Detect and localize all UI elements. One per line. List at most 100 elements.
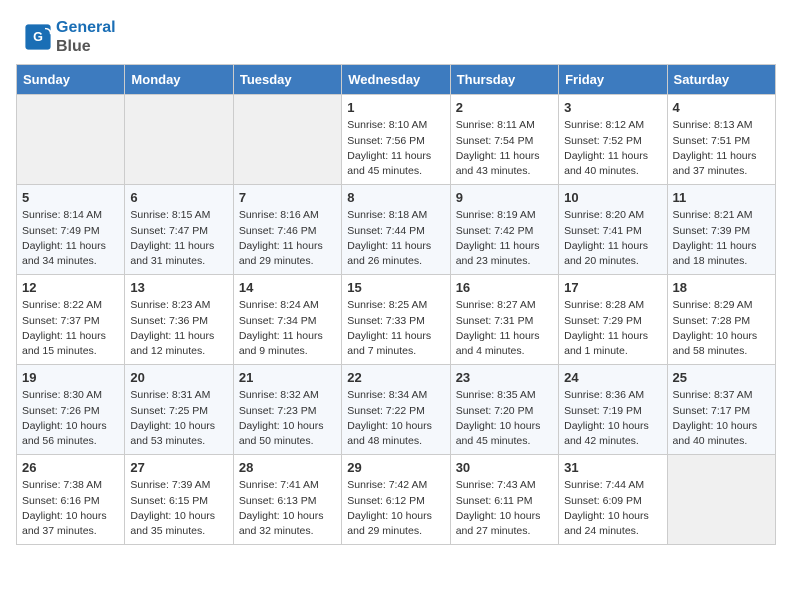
day-info: Sunrise: 8:22 AM Sunset: 7:37 PM Dayligh… (22, 298, 119, 359)
logo: G General Blue (24, 18, 116, 56)
calendar-cell: 22 Sunrise: 8:34 AM Sunset: 7:22 PM Dayli… (342, 365, 450, 455)
day-info: Sunrise: 8:20 AM Sunset: 7:41 PM Dayligh… (564, 208, 661, 269)
day-number: 19 (22, 370, 119, 385)
calendar-cell: 10 Sunrise: 8:20 AM Sunset: 7:41 PM Dayli… (559, 185, 667, 275)
calendar-cell (125, 95, 233, 185)
day-info: Sunrise: 7:43 AM Sunset: 6:11 PM Dayligh… (456, 478, 553, 539)
day-number: 27 (130, 460, 227, 475)
logo-text: General Blue (56, 18, 116, 56)
week-row: 12 Sunrise: 8:22 AM Sunset: 7:37 PM Dayli… (17, 275, 776, 365)
day-info: Sunrise: 7:39 AM Sunset: 6:15 PM Dayligh… (130, 478, 227, 539)
day-info: Sunrise: 7:38 AM Sunset: 6:16 PM Dayligh… (22, 478, 119, 539)
calendar-cell: 18 Sunrise: 8:29 AM Sunset: 7:28 PM Dayli… (667, 275, 775, 365)
calendar-cell: 24 Sunrise: 8:36 AM Sunset: 7:19 PM Dayli… (559, 365, 667, 455)
day-info: Sunrise: 8:36 AM Sunset: 7:19 PM Dayligh… (564, 388, 661, 449)
calendar-table: SundayMondayTuesdayWednesdayThursdayFrid… (16, 64, 776, 545)
day-info: Sunrise: 8:11 AM Sunset: 7:54 PM Dayligh… (456, 118, 553, 179)
day-number: 31 (564, 460, 661, 475)
calendar-cell: 3 Sunrise: 8:12 AM Sunset: 7:52 PM Daylig… (559, 95, 667, 185)
day-info: Sunrise: 8:16 AM Sunset: 7:46 PM Dayligh… (239, 208, 336, 269)
day-info: Sunrise: 8:12 AM Sunset: 7:52 PM Dayligh… (564, 118, 661, 179)
day-info: Sunrise: 8:28 AM Sunset: 7:29 PM Dayligh… (564, 298, 661, 359)
calendar-cell: 28 Sunrise: 7:41 AM Sunset: 6:13 PM Dayli… (233, 455, 341, 545)
calendar-cell: 6Sunrise: 8:15 AM Sunset: 7:47 PM Daylig… (125, 185, 233, 275)
weekday-header: Friday (559, 65, 667, 95)
calendar-cell (667, 455, 775, 545)
day-info: Sunrise: 8:24 AM Sunset: 7:34 PM Dayligh… (239, 298, 336, 359)
day-info: Sunrise: 8:31 AM Sunset: 7:25 PM Dayligh… (130, 388, 227, 449)
day-number: 2 (456, 100, 553, 115)
day-info: Sunrise: 8:19 AM Sunset: 7:42 PM Dayligh… (456, 208, 553, 269)
page-header: G General Blue (0, 0, 792, 64)
day-info: Sunrise: 8:14 AM Sunset: 7:49 PM Dayligh… (22, 208, 119, 269)
day-info: Sunrise: 8:23 AM Sunset: 7:36 PM Dayligh… (130, 298, 227, 359)
calendar-cell: 9Sunrise: 8:19 AM Sunset: 7:42 PM Daylig… (450, 185, 558, 275)
calendar-cell (233, 95, 341, 185)
day-info: Sunrise: 8:30 AM Sunset: 7:26 PM Dayligh… (22, 388, 119, 449)
week-row: 5 Sunrise: 8:14 AM Sunset: 7:49 PM Daylig… (17, 185, 776, 275)
calendar-cell: 23Sunrise: 8:35 AM Sunset: 7:20 PM Dayli… (450, 365, 558, 455)
day-number: 28 (239, 460, 336, 475)
calendar-cell (17, 95, 125, 185)
day-info: Sunrise: 8:10 AM Sunset: 7:56 PM Dayligh… (347, 118, 444, 179)
calendar-cell: 13 Sunrise: 8:23 AM Sunset: 7:36 PM Dayli… (125, 275, 233, 365)
day-number: 21 (239, 370, 336, 385)
day-number: 15 (347, 280, 444, 295)
calendar-cell: 21 Sunrise: 8:32 AM Sunset: 7:23 PM Dayli… (233, 365, 341, 455)
day-number: 24 (564, 370, 661, 385)
calendar-cell: 29 Sunrise: 7:42 AM Sunset: 6:12 PM Dayli… (342, 455, 450, 545)
day-number: 20 (130, 370, 227, 385)
day-number: 18 (673, 280, 770, 295)
day-number: 16 (456, 280, 553, 295)
weekday-header: Tuesday (233, 65, 341, 95)
calendar-cell: 25 Sunrise: 8:37 AM Sunset: 7:17 PM Dayli… (667, 365, 775, 455)
day-info: Sunrise: 8:32 AM Sunset: 7:23 PM Dayligh… (239, 388, 336, 449)
day-info: Sunrise: 7:41 AM Sunset: 6:13 PM Dayligh… (239, 478, 336, 539)
day-number: 13 (130, 280, 227, 295)
logo-icon: G (24, 23, 52, 51)
weekday-header: Wednesday (342, 65, 450, 95)
day-info: Sunrise: 8:37 AM Sunset: 7:17 PM Dayligh… (673, 388, 770, 449)
calendar-cell: 26 Sunrise: 7:38 AM Sunset: 6:16 PM Dayli… (17, 455, 125, 545)
week-row: 1 Sunrise: 8:10 AM Sunset: 7:56 PM Daylig… (17, 95, 776, 185)
day-info: Sunrise: 8:18 AM Sunset: 7:44 PM Dayligh… (347, 208, 444, 269)
week-row: 19 Sunrise: 8:30 AM Sunset: 7:26 PM Dayli… (17, 365, 776, 455)
calendar-cell: 4Sunrise: 8:13 AM Sunset: 7:51 PM Daylig… (667, 95, 775, 185)
weekday-header: Thursday (450, 65, 558, 95)
day-info: Sunrise: 8:15 AM Sunset: 7:47 PM Dayligh… (130, 208, 227, 269)
calendar-cell: 7 Sunrise: 8:16 AM Sunset: 7:46 PM Daylig… (233, 185, 341, 275)
day-info: Sunrise: 7:42 AM Sunset: 6:12 PM Dayligh… (347, 478, 444, 539)
day-info: Sunrise: 8:29 AM Sunset: 7:28 PM Dayligh… (673, 298, 770, 359)
day-info: Sunrise: 7:44 AM Sunset: 6:09 PM Dayligh… (564, 478, 661, 539)
day-number: 14 (239, 280, 336, 295)
calendar-container: SundayMondayTuesdayWednesdayThursdayFrid… (0, 64, 792, 561)
calendar-cell: 5 Sunrise: 8:14 AM Sunset: 7:49 PM Daylig… (17, 185, 125, 275)
calendar-cell: 8Sunrise: 8:18 AM Sunset: 7:44 PM Daylig… (342, 185, 450, 275)
day-info: Sunrise: 8:21 AM Sunset: 7:39 PM Dayligh… (673, 208, 770, 269)
day-info: Sunrise: 8:13 AM Sunset: 7:51 PM Dayligh… (673, 118, 770, 179)
day-number: 12 (22, 280, 119, 295)
svg-text:G: G (33, 30, 43, 44)
day-number: 5 (22, 190, 119, 205)
calendar-cell: 20 Sunrise: 8:31 AM Sunset: 7:25 PM Dayli… (125, 365, 233, 455)
day-number: 10 (564, 190, 661, 205)
calendar-cell: 19 Sunrise: 8:30 AM Sunset: 7:26 PM Dayli… (17, 365, 125, 455)
weekday-header: Monday (125, 65, 233, 95)
day-number: 1 (347, 100, 444, 115)
day-info: Sunrise: 8:35 AM Sunset: 7:20 PM Dayligh… (456, 388, 553, 449)
calendar-cell: 30 Sunrise: 7:43 AM Sunset: 6:11 PM Dayli… (450, 455, 558, 545)
weekday-header: Saturday (667, 65, 775, 95)
day-number: 7 (239, 190, 336, 205)
day-number: 17 (564, 280, 661, 295)
day-info: Sunrise: 8:34 AM Sunset: 7:22 PM Dayligh… (347, 388, 444, 449)
calendar-cell: 16Sunrise: 8:27 AM Sunset: 7:31 PM Dayli… (450, 275, 558, 365)
day-number: 25 (673, 370, 770, 385)
day-number: 3 (564, 100, 661, 115)
day-number: 30 (456, 460, 553, 475)
day-number: 29 (347, 460, 444, 475)
day-number: 22 (347, 370, 444, 385)
calendar-cell: 11Sunrise: 8:21 AM Sunset: 7:39 PM Dayli… (667, 185, 775, 275)
weekday-header: Sunday (17, 65, 125, 95)
calendar-cell: 27 Sunrise: 7:39 AM Sunset: 6:15 PM Dayli… (125, 455, 233, 545)
day-number: 26 (22, 460, 119, 475)
